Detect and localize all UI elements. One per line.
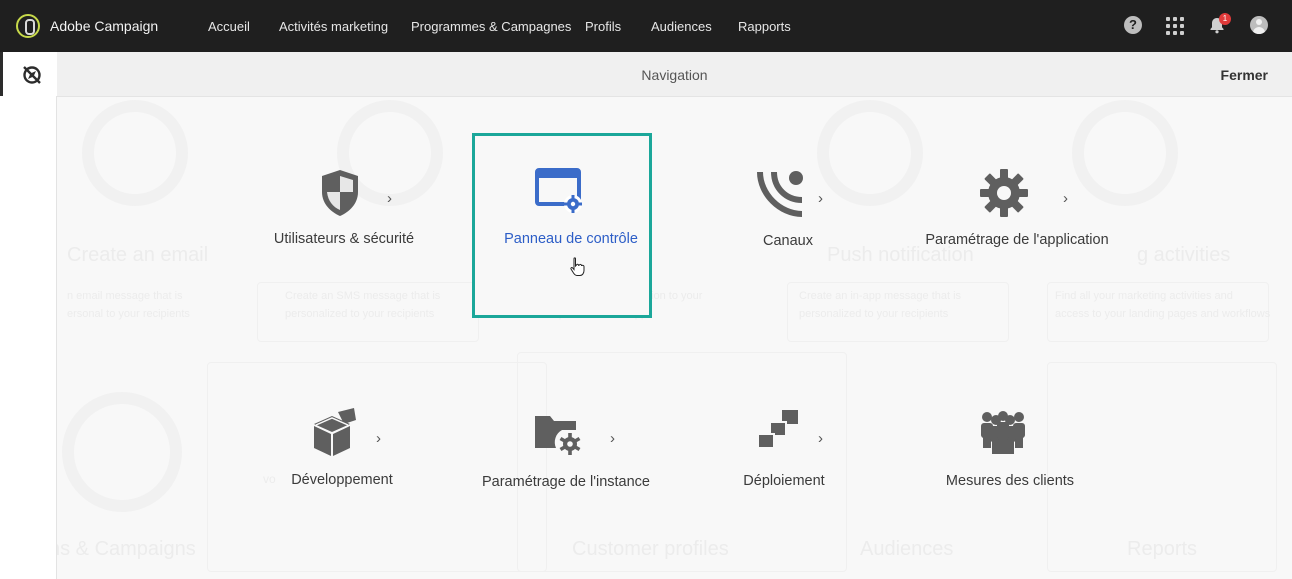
ghost-text: Create an email [67, 244, 209, 266]
channels-icon [757, 171, 803, 217]
gear-icon [980, 169, 1028, 217]
adobe-campaign-logo-icon[interactable] [16, 14, 40, 38]
chevron-right-icon: › [387, 190, 392, 207]
nav-profils[interactable]: Profils [585, 19, 621, 34]
tile-utilisateurs-securite[interactable]: › Utilisateurs & sécurité [254, 150, 434, 330]
navigation-toggle[interactable] [0, 52, 57, 96]
chevron-right-icon: › [818, 430, 823, 447]
tile-parametrage-instance[interactable]: › Paramétrage de l'instance [476, 390, 656, 570]
chevron-right-icon: › [610, 430, 615, 447]
brand-name[interactable]: Adobe Campaign [50, 18, 158, 34]
tile-label: Paramétrage de l'application [925, 232, 1109, 248]
ghost-text: ns & Campaigns [57, 538, 196, 560]
tile-developpement[interactable]: › Développement [252, 390, 432, 570]
control-panel-icon [535, 168, 582, 213]
tile-parametrage-application[interactable]: › Paramétrage de l'application [925, 150, 1109, 330]
people-icon [981, 411, 1025, 454]
notification-badge: 1 [1219, 13, 1231, 25]
user-avatar[interactable] [1250, 16, 1268, 34]
folder-gear-icon [535, 416, 581, 455]
nav-activites-marketing[interactable]: Activités marketing [279, 19, 388, 34]
deployment-icon [757, 410, 798, 449]
tile-mesures-clients[interactable]: Mesures des clients [920, 390, 1100, 570]
navigation-header: Navigation Fermer [57, 52, 1292, 97]
ghost-text: n email message that is [67, 290, 183, 302]
shield-icon [322, 170, 358, 216]
ghost-text: ersonal to your recipients [67, 308, 190, 320]
nav-rapports[interactable]: Rapports [738, 19, 791, 34]
tile-label: Mesures des clients [945, 473, 1075, 489]
nav-accueil[interactable]: Accueil [208, 19, 250, 34]
package-icon [314, 408, 356, 456]
nav-audiences[interactable]: Audiences [651, 19, 712, 34]
chevron-right-icon: › [818, 190, 823, 207]
apps-grid-icon[interactable] [1166, 16, 1184, 35]
close-button[interactable]: Fermer [1221, 67, 1268, 83]
tile-deploiement[interactable]: › Déploiement [694, 390, 874, 570]
ghost-text: Reports [1127, 538, 1198, 560]
navigation-title: Navigation [641, 67, 708, 83]
top-bar: Adobe Campaign Accueil Activités marketi… [0, 0, 1292, 52]
tile-panneau-de-controle[interactable]: Panneau de contrôle [481, 150, 661, 330]
chevron-right-icon: › [376, 430, 381, 447]
left-rail [0, 52, 57, 579]
nav-programmes-campagnes[interactable]: Programmes & Campagnes [411, 19, 571, 34]
tile-canaux[interactable]: › Canaux [698, 150, 878, 330]
compass-icon [23, 66, 41, 84]
ghost-programs-circle [62, 392, 182, 512]
chevron-right-icon: › [1063, 190, 1068, 207]
help-icon[interactable]: ? [1124, 16, 1142, 34]
ghost-email-circle [82, 100, 188, 206]
hand-cursor-icon [570, 257, 585, 276]
